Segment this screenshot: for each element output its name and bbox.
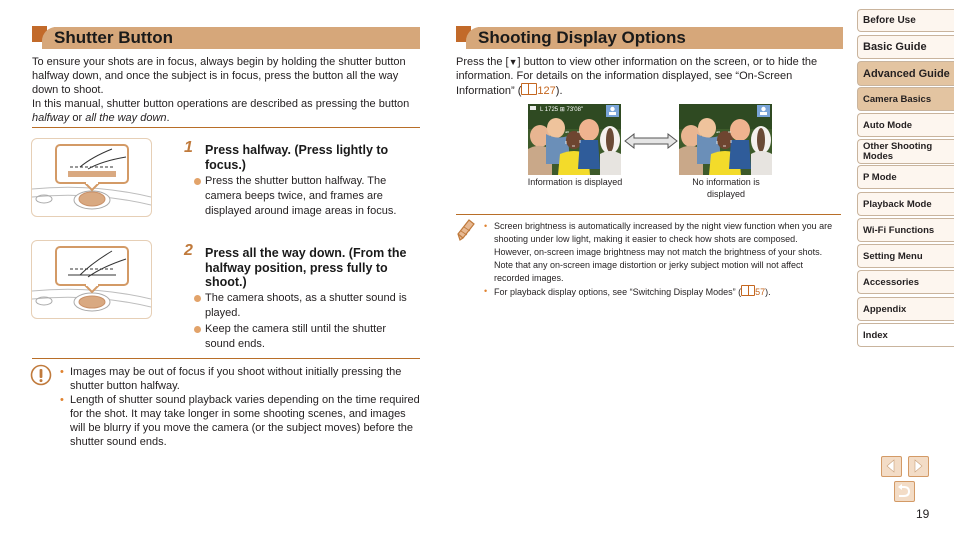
step-title: Press halfway. (Press lightly to focus.): [205, 143, 389, 172]
note-item: • For playback display options, see “Swit…: [484, 285, 771, 297]
caution-list: • Images may be out of focus if you shoot…: [60, 365, 422, 449]
display-notes: • Screen brightness is automatically incr…: [484, 220, 834, 299]
nav-label: Auto Mode: [863, 119, 913, 131]
nav-label: Accessories: [863, 276, 919, 288]
intro-emphasis-halfway: halfway: [32, 112, 70, 124]
nav-setting-menu[interactable]: Setting Menu: [857, 244, 954, 268]
toggle-arrow-icon: [624, 132, 678, 154]
nav-other-shooting-modes[interactable]: Other Shooting Modes: [857, 139, 954, 164]
nav-label: Wi-Fi Functions: [863, 224, 935, 236]
nav-appendix[interactable]: Appendix: [857, 297, 954, 321]
shutter-intro: To ensure your shots are in focus, alway…: [32, 55, 420, 125]
return-button[interactable]: [894, 481, 915, 502]
shutter-full-press-illustration: [31, 240, 152, 319]
intro-paragraph-2: In this manual, shutter button operation…: [32, 97, 420, 125]
nav-label: P Mode: [863, 171, 897, 183]
step-bullet: Keep the camera still until the shutter …: [205, 323, 386, 350]
section-title: Shutter Button: [54, 28, 173, 47]
nav-label: Playback Mode: [863, 198, 932, 210]
caution-item: • Length of shutter sound playback varies…: [60, 394, 420, 448]
page-number: 19: [916, 507, 930, 521]
nav-playback-mode[interactable]: Playback Mode: [857, 192, 954, 216]
screen-without-info-photo: [679, 104, 772, 175]
next-page-button[interactable]: [908, 456, 929, 477]
pencil-icon: [456, 218, 476, 247]
step-number: 2: [184, 242, 193, 259]
intro-text: ).: [555, 85, 563, 97]
nav-label: Index: [863, 329, 888, 341]
display-intro: Press the [▼] button to view other infor…: [456, 55, 841, 98]
step-bullet: Press the shutter button halfway. The ca…: [205, 175, 397, 217]
nav-p-mode[interactable]: P Mode: [857, 165, 954, 189]
caution-text: Images may be out of focus if you shoot …: [70, 366, 402, 392]
caution-item: • Images may be out of focus if you shoot…: [60, 366, 402, 392]
note-text: Screen brightness is automatically incre…: [494, 221, 833, 283]
caption-no-info-displayed: No information is displayed: [692, 177, 760, 199]
nav-label: Basic Guide: [863, 41, 927, 53]
intro-emphasis-all-the-way: all the way down: [85, 112, 167, 124]
divider: [32, 358, 420, 359]
nav-basic-guide[interactable]: Basic Guide: [857, 35, 954, 59]
caution-text: Length of shutter sound playback varies …: [70, 394, 420, 448]
nav-camera-basics[interactable]: Camera Basics: [857, 87, 954, 111]
divider: [456, 214, 841, 215]
note-text: ).: [765, 287, 771, 297]
caution-icon: [30, 364, 52, 391]
step-number: 1: [184, 139, 193, 156]
nav-accessories[interactable]: Accessories: [857, 270, 954, 294]
intro-text: In this manual, shutter button operation…: [32, 98, 410, 110]
note-text: For playback display options, see “Switc…: [494, 287, 742, 297]
page-reference-link[interactable]: 57: [741, 285, 766, 297]
shutter-button-section-header: Shutter Button: [32, 26, 420, 49]
step-title: Press all the way down. (From the halfwa…: [205, 246, 407, 289]
bullet-dot: [194, 178, 201, 185]
bullet-dot: [194, 326, 201, 333]
intro-text: .: [166, 112, 170, 124]
step-bullet: The camera shoots, as a shutter sound is…: [205, 292, 407, 319]
nav-wifi-functions[interactable]: Wi-Fi Functions: [857, 218, 954, 242]
caption-info-displayed: Information is displayed: [527, 177, 623, 187]
nav-index[interactable]: Index: [857, 323, 954, 347]
nav-label: Setting Menu: [863, 250, 923, 262]
section-title: Shooting Display Options: [478, 28, 686, 47]
nav-label: Camera Basics: [863, 93, 932, 105]
intro-text: Press the [: [456, 56, 509, 68]
page-reference-link[interactable]: 127: [521, 83, 556, 97]
book-icon: [741, 285, 756, 296]
book-icon: [521, 83, 538, 95]
display-options-section-header: Shooting Display Options: [456, 26, 843, 49]
nav-label: Advanced Guide: [863, 67, 950, 80]
shutter-halfway-illustration: [31, 138, 152, 217]
nav-label: Other Shooting Modes: [863, 140, 933, 162]
return-icon: [898, 484, 911, 497]
screen-with-info-photo: L 1725 ⊞ 73'08": [528, 104, 621, 175]
next-page-icon: [914, 459, 923, 473]
previous-page-icon: [886, 459, 895, 473]
page-reference: 57: [755, 287, 766, 297]
bullet-dot: [194, 295, 201, 302]
nav-label: Before Use: [863, 15, 916, 26]
intro-text: or: [72, 112, 83, 124]
screen-info-overlay: L 1725 ⊞ 73'08": [540, 107, 583, 113]
divider: [32, 127, 420, 128]
note-item: • Screen brightness is automatically incr…: [484, 221, 833, 283]
nav-advanced-guide[interactable]: Advanced Guide: [857, 61, 954, 86]
page-reference: 127: [537, 85, 556, 97]
nav-auto-mode[interactable]: Auto Mode: [857, 113, 954, 137]
down-button-icon: ▼: [508, 57, 518, 67]
nav-before-use[interactable]: Before Use: [857, 9, 954, 32]
intro-paragraph-1: To ensure your shots are in focus, alway…: [32, 56, 406, 96]
previous-page-button[interactable]: [881, 456, 902, 477]
nav-label: Appendix: [863, 303, 907, 315]
